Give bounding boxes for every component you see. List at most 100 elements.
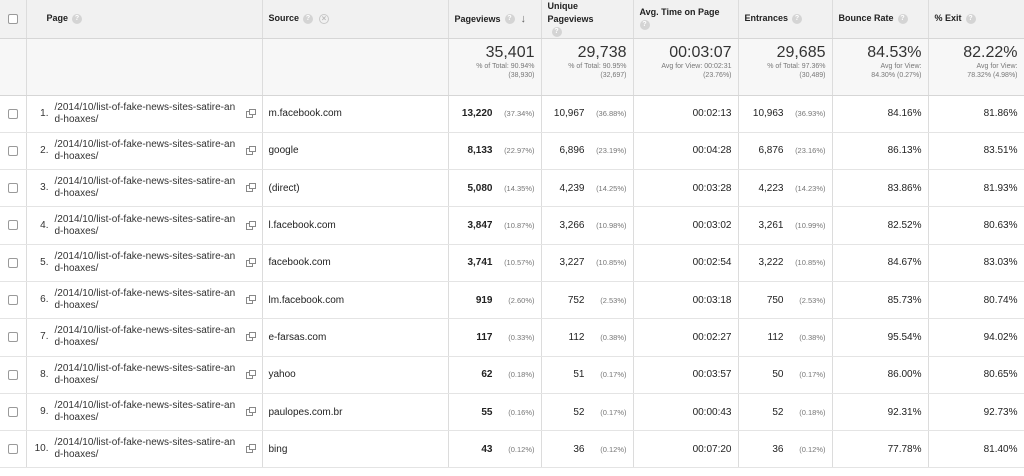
bounce-rate-cell: 85.73% [832,281,929,320]
row-checkbox[interactable] [7,220,18,231]
col-exit[interactable]: % Exit? [928,0,1024,39]
open-page-icon[interactable] [245,295,256,305]
pageviews-value: 13,220 [461,108,493,120]
row-checkbox[interactable] [7,332,18,343]
source-link[interactable]: e-farsas.com [269,332,327,343]
pageviews-value: 117 [476,331,493,343]
row-checkbox[interactable] [7,406,18,417]
table-row: 8. /2014/10/list-of-fake-news-sites-sati… [0,356,1024,394]
unique-pageviews-cell: 3,266 (10.98%) [541,206,634,245]
avg-time-cell: 00:02:54 [633,244,739,282]
source-link[interactable]: google [269,145,299,156]
help-icon[interactable]: ? [792,14,803,25]
open-page-icon[interactable] [245,444,256,454]
help-icon[interactable]: ? [897,14,908,25]
row-select-cell [0,132,27,171]
unique-pageviews-pct: (14.25%) [596,183,627,193]
exit-cell: 81.86% [928,95,1024,133]
avg-time-value: 00:03:02 [692,220,732,232]
col-page[interactable]: Page? [26,0,263,39]
select-all-checkbox[interactable] [7,14,18,25]
entrances-cell: 4,223 (14.23%) [738,169,833,208]
total-value: 00:03:07 [669,43,732,61]
source-link[interactable]: bing [269,444,288,455]
unique-pageviews-cell: 52 (0.17%) [541,393,634,432]
page-link[interactable]: /2014/10/list-of-fake-news-sites-satire-… [55,400,238,424]
page-link[interactable]: /2014/10/list-of-fake-news-sites-satire-… [55,214,238,238]
page-link[interactable]: /2014/10/list-of-fake-news-sites-satire-… [55,363,238,387]
pageviews-pct: (0.33%) [508,332,535,342]
help-icon[interactable]: ? [551,27,562,38]
page-link[interactable]: /2014/10/list-of-fake-news-sites-satire-… [55,102,238,126]
pageviews-pct: (14.35%) [504,183,535,193]
help-icon[interactable]: ? [504,14,515,25]
open-page-icon[interactable] [245,332,256,342]
open-page-icon[interactable] [245,145,256,155]
entrances-value: 3,222 [758,257,784,269]
pageviews-value: 5,080 [467,182,493,194]
source-link[interactable]: yahoo [269,369,296,380]
bounce-rate-cell: 84.67% [832,244,929,282]
row-checkbox[interactable] [7,294,18,305]
avg-time-cell: 00:04:28 [633,132,739,171]
source-link[interactable]: (direct) [269,183,300,194]
bounce-rate-value: 84.16% [887,108,922,120]
col-source-label: Source [268,13,300,24]
unique-pageviews-pct: (2.53%) [600,295,627,305]
table-row: 9. /2014/10/list-of-fake-news-sites-sati… [0,393,1024,432]
source-link[interactable]: l.facebook.com [269,220,336,231]
entrances-pct: (0.17%) [799,370,826,380]
bounce-rate-cell: 86.13% [832,132,929,171]
col-exit-label: % Exit [934,13,962,24]
totals-blank [262,38,449,96]
col-source[interactable]: Source? × [262,0,449,39]
page-link[interactable]: /2014/10/list-of-fake-news-sites-satire-… [55,325,238,349]
source-link[interactable]: m.facebook.com [269,108,342,119]
row-index: 1. [40,107,49,119]
entrances-value: 4,223 [758,182,784,194]
sort-desc-icon[interactable]: ↓ [521,13,527,25]
help-icon[interactable]: ? [303,13,314,24]
col-pageviews[interactable]: Pageviews? ↓ [448,0,542,39]
open-page-icon[interactable] [245,108,256,118]
col-unique-pageviews[interactable]: Unique Pageviews? [541,0,634,39]
page-link[interactable]: /2014/10/list-of-fake-news-sites-satire-… [55,288,238,312]
page-cell: 8. /2014/10/list-of-fake-news-sites-sati… [26,356,263,394]
help-icon[interactable]: ? [965,14,976,25]
remove-dimension-icon[interactable]: × [319,14,330,25]
source-link[interactable]: facebook.com [269,257,331,268]
row-checkbox[interactable] [7,257,18,268]
page-link[interactable]: /2014/10/list-of-fake-news-sites-satire-… [55,251,238,275]
help-icon[interactable]: ? [72,14,83,25]
source-link[interactable]: lm.facebook.com [269,295,345,306]
pageviews-value: 43 [481,443,493,455]
col-avg-time[interactable]: Avg. Time on Page? [633,0,739,39]
page-link[interactable]: /2014/10/list-of-fake-news-sites-satire-… [55,139,238,163]
row-checkbox[interactable] [7,183,18,194]
col-entrances[interactable]: Entrances? [738,0,833,39]
open-page-icon[interactable] [245,183,256,193]
row-checkbox[interactable] [7,108,18,119]
col-page-label: Page [46,13,69,24]
exit-value: 81.40% [983,443,1018,455]
unique-pageviews-pct: (36.88%) [596,109,627,119]
open-page-icon[interactable] [245,369,256,379]
open-page-icon[interactable] [245,407,256,417]
bounce-rate-cell: 86.00% [832,356,929,394]
row-checkbox[interactable] [7,145,18,156]
row-index: 8. [40,368,49,380]
row-checkbox[interactable] [7,444,18,455]
col-bounce-rate[interactable]: Bounce Rate? [832,0,929,39]
unique-pageviews-value: 3,266 [559,220,585,232]
help-icon[interactable]: ? [639,20,650,31]
total-value: 35,401 [485,43,535,61]
analytics-table: Page? Source? × Pageviews? ↓ Unique Pagevi… [0,0,1024,469]
open-page-icon[interactable] [245,257,256,267]
open-page-icon[interactable] [245,220,256,230]
avg-time-cell: 00:03:18 [633,281,739,320]
row-checkbox[interactable] [7,369,18,380]
page-link[interactable]: /2014/10/list-of-fake-news-sites-satire-… [55,437,238,461]
source-link[interactable]: paulopes.com.br [269,407,343,418]
page-link[interactable]: /2014/10/list-of-fake-news-sites-satire-… [55,176,238,200]
table-row: 7. /2014/10/list-of-fake-news-sites-sati… [0,318,1024,357]
